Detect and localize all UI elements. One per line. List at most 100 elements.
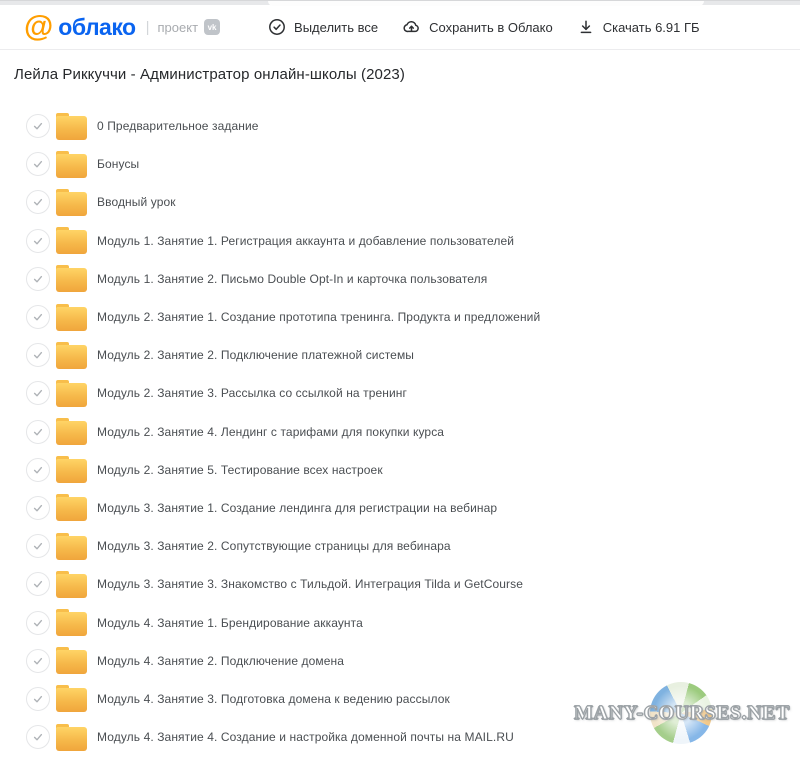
folder-icon bbox=[56, 685, 87, 712]
download-label: Скачать 6.91 ГБ bbox=[603, 20, 700, 35]
top-strip bbox=[0, 0, 800, 5]
folder-label: Модуль 2. Занятие 4. Лендинг с тарифами … bbox=[97, 425, 444, 439]
folder-row[interactable]: Модуль 2. Занятие 1. Создание прототипа … bbox=[0, 298, 800, 336]
checkmark-icon bbox=[32, 464, 44, 476]
folder-checkbox[interactable] bbox=[26, 572, 50, 596]
save-to-cloud-button[interactable]: Сохранить в Облако bbox=[402, 18, 553, 36]
folder-row[interactable]: Модуль 2. Занятие 5. Тестирование всех н… bbox=[0, 451, 800, 489]
folder-label: Модуль 2. Занятие 2. Подключение платежн… bbox=[97, 348, 414, 362]
checkmark-icon bbox=[32, 235, 44, 247]
folder-label: Модуль 3. Занятие 2. Сопутствующие стран… bbox=[97, 539, 451, 553]
folder-row[interactable]: Модуль 2. Занятие 4. Лендинг с тарифами … bbox=[0, 413, 800, 451]
folder-checkbox[interactable] bbox=[26, 152, 50, 176]
folder-row[interactable]: Модуль 1. Занятие 1. Регистрация аккаунт… bbox=[0, 222, 800, 260]
cloud-logo[interactable]: @ облако | проект vk bbox=[24, 12, 220, 42]
folder-icon bbox=[56, 342, 87, 369]
checkmark-icon bbox=[32, 502, 44, 514]
folder-row[interactable]: Модуль 1. Занятие 2. Письмо Double Opt-I… bbox=[0, 260, 800, 298]
folder-checkbox[interactable] bbox=[26, 725, 50, 749]
folder-checkbox[interactable] bbox=[26, 381, 50, 405]
folder-checkbox[interactable] bbox=[26, 534, 50, 558]
folder-icon bbox=[56, 265, 87, 292]
select-all-label: Выделить все bbox=[294, 20, 378, 35]
folder-icon bbox=[56, 609, 87, 636]
folder-checkbox[interactable] bbox=[26, 420, 50, 444]
folder-checkbox[interactable] bbox=[26, 458, 50, 482]
logo-text: облако bbox=[58, 14, 135, 41]
folder-row[interactable]: Модуль 3. Занятие 1. Создание лендинга д… bbox=[0, 489, 800, 527]
folder-icon bbox=[56, 380, 87, 407]
header: @ облако | проект vk Выделить все bbox=[0, 5, 800, 50]
folder-label: Модуль 2. Занятие 5. Тестирование всех н… bbox=[97, 463, 383, 477]
folder-checkbox[interactable] bbox=[26, 496, 50, 520]
folder-label: Бонусы bbox=[97, 157, 139, 171]
folder-label: Вводный урок bbox=[97, 195, 176, 209]
top-strip-notch bbox=[268, 1, 704, 6]
checkmark-icon bbox=[32, 693, 44, 705]
folder-checkbox[interactable] bbox=[26, 267, 50, 291]
checkmark-icon bbox=[32, 426, 44, 438]
folder-row[interactable]: Модуль 2. Занятие 3. Рассылка со ссылкой… bbox=[0, 374, 800, 412]
folder-label: Модуль 4. Занятие 1. Брендирование аккау… bbox=[97, 616, 363, 630]
folder-row[interactable]: Модуль 4. Занятие 1. Брендирование аккау… bbox=[0, 603, 800, 641]
folder-row[interactable]: Вводный урок bbox=[0, 183, 800, 221]
folder-row[interactable]: Бонусы bbox=[0, 145, 800, 183]
toolbar: Выделить все Сохранить в Облако Скач bbox=[268, 18, 724, 36]
folder-icon bbox=[56, 304, 87, 331]
folder-row[interactable]: Модуль 4. Занятие 4. Создание и настройк… bbox=[0, 718, 800, 756]
folder-label: Модуль 1. Занятие 1. Регистрация аккаунт… bbox=[97, 234, 514, 248]
mailru-at-icon: @ bbox=[24, 12, 52, 42]
checkmark-icon bbox=[32, 540, 44, 552]
checkmark-icon bbox=[32, 311, 44, 323]
folder-list: 0 Предварительное задание Бонусы Вводный… bbox=[0, 107, 800, 756]
checkmark-icon bbox=[32, 731, 44, 743]
folder-label: Модуль 2. Занятие 1. Создание прототипа … bbox=[97, 310, 540, 324]
checkmark-icon bbox=[32, 655, 44, 667]
vk-badge-icon: vk bbox=[204, 19, 220, 35]
folder-label: Модуль 4. Занятие 4. Создание и настройк… bbox=[97, 730, 514, 744]
cloud-upload-icon bbox=[402, 18, 429, 36]
checkmark-icon bbox=[32, 578, 44, 590]
folder-icon bbox=[56, 151, 87, 178]
folder-icon bbox=[56, 189, 87, 216]
folder-row[interactable]: Модуль 2. Занятие 2. Подключение платежн… bbox=[0, 336, 800, 374]
select-all-button[interactable]: Выделить все bbox=[268, 18, 378, 36]
folder-icon bbox=[56, 227, 87, 254]
folder-checkbox[interactable] bbox=[26, 649, 50, 673]
folder-icon bbox=[56, 456, 87, 483]
folder-label: Модуль 3. Занятие 3. Знакомство с Тильдо… bbox=[97, 577, 523, 591]
folder-icon bbox=[56, 571, 87, 598]
checkmark-icon bbox=[32, 120, 44, 132]
folder-label: 0 Предварительное задание bbox=[97, 119, 259, 133]
folder-label: Модуль 1. Занятие 2. Письмо Double Opt-I… bbox=[97, 272, 487, 286]
folder-checkbox[interactable] bbox=[26, 114, 50, 138]
folder-row[interactable]: Модуль 3. Занятие 3. Знакомство с Тильдо… bbox=[0, 565, 800, 603]
download-icon bbox=[577, 18, 603, 36]
project-label: проект bbox=[158, 20, 199, 35]
folder-icon bbox=[56, 647, 87, 674]
folder-label: Модуль 2. Занятие 3. Рассылка со ссылкой… bbox=[97, 386, 407, 400]
folder-icon bbox=[56, 113, 87, 140]
checkmark-icon bbox=[32, 387, 44, 399]
folder-checkbox[interactable] bbox=[26, 611, 50, 635]
folder-checkbox[interactable] bbox=[26, 229, 50, 253]
save-to-cloud-label: Сохранить в Облако bbox=[429, 20, 553, 35]
folder-checkbox[interactable] bbox=[26, 687, 50, 711]
folder-checkbox[interactable] bbox=[26, 190, 50, 214]
folder-row[interactable]: Модуль 3. Занятие 2. Сопутствующие стран… bbox=[0, 527, 800, 565]
download-button[interactable]: Скачать 6.91 ГБ bbox=[577, 18, 700, 36]
folder-row[interactable]: 0 Предварительное задание bbox=[0, 107, 800, 145]
checkmark-icon bbox=[32, 617, 44, 629]
folder-checkbox[interactable] bbox=[26, 305, 50, 329]
page-title: Лейла Риккуччи - Администратор онлайн-шк… bbox=[14, 66, 800, 83]
folder-checkbox[interactable] bbox=[26, 343, 50, 367]
folder-icon bbox=[56, 418, 87, 445]
folder-row[interactable]: Модуль 4. Занятие 3. Подготовка домена к… bbox=[0, 680, 800, 718]
folder-icon bbox=[56, 724, 87, 751]
folder-label: Модуль 4. Занятие 2. Подключение домена bbox=[97, 654, 344, 668]
folder-label: Модуль 4. Занятие 3. Подготовка домена к… bbox=[97, 692, 450, 706]
folder-label: Модуль 3. Занятие 1. Создание лендинга д… bbox=[97, 501, 497, 515]
folder-icon bbox=[56, 533, 87, 560]
logo-separator: | bbox=[146, 19, 150, 36]
folder-row[interactable]: Модуль 4. Занятие 2. Подключение домена bbox=[0, 642, 800, 680]
